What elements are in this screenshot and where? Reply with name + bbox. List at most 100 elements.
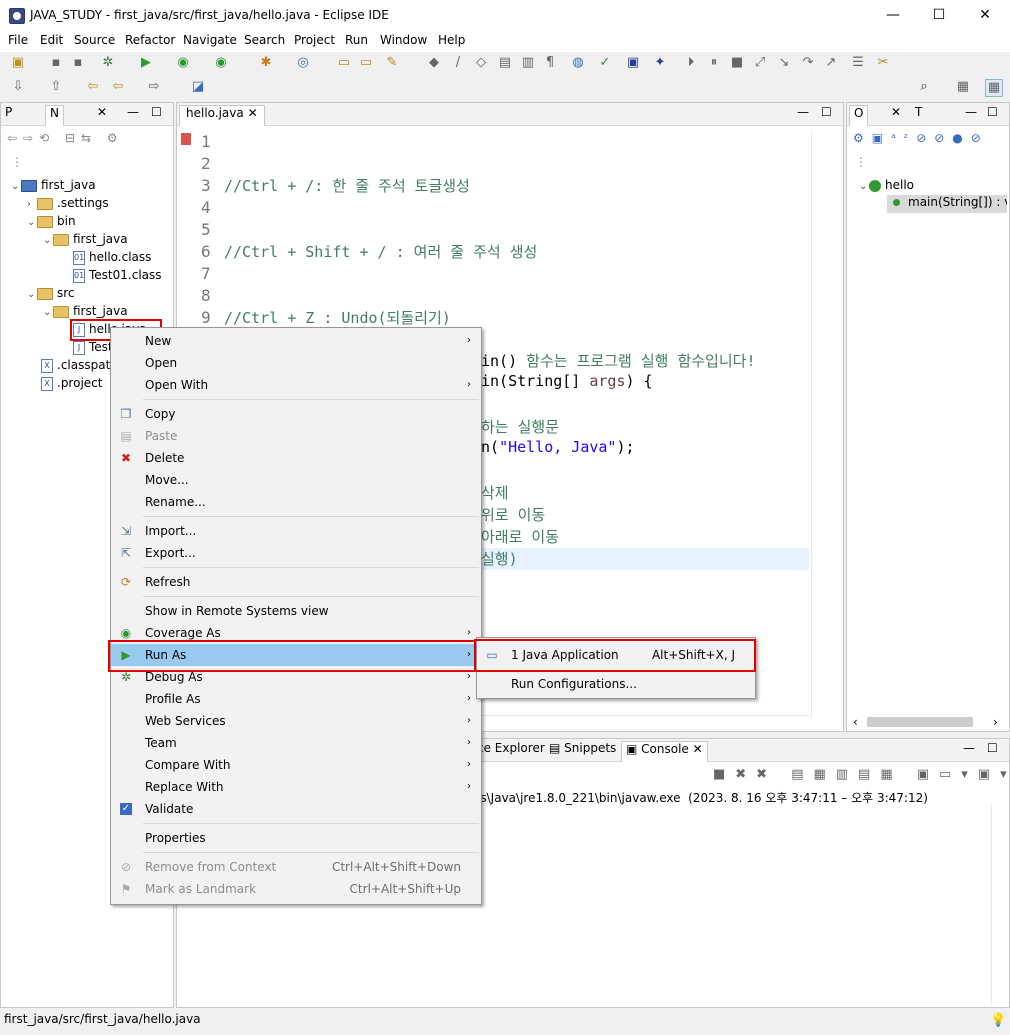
scroll-thumb[interactable] xyxy=(867,717,973,727)
tab-task-list[interactable]: T xyxy=(915,105,922,119)
menu-edit[interactable]: Edit xyxy=(40,33,63,47)
console-vertical-scrollbar[interactable] xyxy=(991,805,1008,1005)
minimize-icon[interactable]: — xyxy=(127,105,139,119)
maximize-icon[interactable]: ☐ xyxy=(987,741,998,755)
tab-outline[interactable]: O xyxy=(849,105,869,126)
save-all-icon[interactable]: ▪ xyxy=(70,55,86,71)
open-type-icon[interactable]: ▭ xyxy=(336,55,352,71)
scroll-right-icon[interactable]: › xyxy=(993,715,998,729)
menu-item-validate[interactable]: ✓ Validate xyxy=(111,798,481,820)
tree-item-bin[interactable]: ⌄ bin xyxy=(27,214,76,228)
minimize-button[interactable]: — xyxy=(870,0,916,30)
run-icon[interactable]: ▶ xyxy=(138,55,154,71)
resume-icon[interactable]: ⏵ xyxy=(683,55,699,71)
menu-item-move[interactable]: Move... xyxy=(111,469,481,491)
pin-editor-icon[interactable]: ◪ xyxy=(190,79,206,95)
pin-icon[interactable]: ✦ xyxy=(652,55,668,71)
disconnect-icon[interactable]: ⤢ xyxy=(752,55,768,71)
menu-item-open-with[interactable]: Open With › xyxy=(111,374,481,396)
console-icon[interactable]: ▣ xyxy=(625,55,641,71)
next-annotation-icon[interactable]: ⇩ xyxy=(10,79,26,95)
external-tools-icon[interactable]: ◉ xyxy=(213,55,229,71)
step-into-icon[interactable]: ↘ xyxy=(776,55,792,71)
minimize-icon[interactable]: — xyxy=(965,105,977,119)
tree-item-bin-package[interactable]: ⌄ first_java xyxy=(43,232,128,246)
search-icon[interactable]: ✎ xyxy=(384,55,400,71)
submenu-item-run-configurations[interactable]: Run Configurations... xyxy=(477,673,755,695)
toggle-word-wrap-icon[interactable]: ▤ xyxy=(497,55,513,71)
tree-item-project-file[interactable]: X .project xyxy=(41,376,102,391)
menu-item-import[interactable]: ⇲ Import... xyxy=(111,520,481,542)
tree-item-test-class[interactable]: 01 Test01.class xyxy=(73,268,162,283)
tab-remote-explorer[interactable]: ce Explorer xyxy=(477,741,545,755)
tree-item-project[interactable]: ⌄ first_java xyxy=(11,178,96,192)
toggle-mark-icon[interactable]: ◆ xyxy=(426,55,442,71)
menu-item-delete[interactable]: ✖ Delete xyxy=(111,447,481,469)
last-edit-location-icon[interactable]: ⇦ xyxy=(85,79,101,95)
tree-item-test-java[interactable]: J Test xyxy=(73,340,113,355)
tree-item-src-package[interactable]: ⌄ first_java xyxy=(43,304,128,318)
new-package-icon[interactable]: ◎ xyxy=(295,55,311,71)
tab-console[interactable]: ▣ Console ✕ xyxy=(621,741,708,762)
menu-item-copy[interactable]: ❐ Copy xyxy=(111,403,481,425)
tab-hello-java[interactable]: hello.java ✕ xyxy=(179,105,265,126)
outline-item-method[interactable]: main(String[]) : v xyxy=(887,195,1007,213)
menu-item-paste[interactable]: ▤ Paste xyxy=(111,425,481,447)
toggle-whitespace-icon[interactable]: ▥ xyxy=(520,55,536,71)
close-icon[interactable]: ✕ xyxy=(693,742,703,756)
menu-refactor[interactable]: Refactor xyxy=(125,33,175,47)
menu-file[interactable]: File xyxy=(8,33,28,47)
menu-item-replace-with[interactable]: Replace With › xyxy=(111,776,481,798)
last-edit-icon[interactable]: ✂ xyxy=(875,55,891,71)
editor-vertical-scrollbar[interactable] xyxy=(811,131,826,717)
maximize-icon[interactable]: ☐ xyxy=(987,105,998,119)
menu-item-new[interactable]: New › xyxy=(111,330,481,352)
save-icon[interactable]: ▪ xyxy=(48,55,64,71)
menu-item-remove-context[interactable]: ⊘ Remove from Context Ctrl+Alt+Shift+Down xyxy=(111,856,481,878)
menu-item-refresh[interactable]: ⟳ Refresh xyxy=(111,571,481,593)
outline-menu-icon[interactable]: ⋮ xyxy=(855,155,867,169)
tree-menu-icon[interactable]: ⋮ xyxy=(11,155,23,169)
close-icon[interactable]: ✕ xyxy=(891,105,901,119)
menu-source[interactable]: Source xyxy=(74,33,115,47)
toggle-block-icon[interactable]: / xyxy=(450,55,466,71)
menu-navigate[interactable]: Navigate xyxy=(183,33,237,47)
drop-frame-icon[interactable]: ☰ xyxy=(850,55,866,71)
tree-item-classpath[interactable]: X .classpath xyxy=(41,358,118,373)
scroll-left-icon[interactable]: ‹ xyxy=(853,715,858,729)
coverage-icon[interactable]: ◉ xyxy=(175,55,191,71)
menu-item-profile-as[interactable]: Profile As › xyxy=(111,688,481,710)
lightbulb-icon[interactable]: 💡 xyxy=(990,1013,1006,1028)
maximize-icon[interactable]: ☐ xyxy=(821,105,832,119)
menu-item-show-remote[interactable]: Show in Remote Systems view xyxy=(111,600,481,622)
close-button[interactable]: ✕ xyxy=(962,0,1008,30)
java-perspective-icon[interactable]: ▦ xyxy=(985,79,1003,97)
menu-item-properties[interactable]: Properties xyxy=(111,827,481,849)
task-icon[interactable]: ✓ xyxy=(597,55,613,71)
menu-search[interactable]: Search xyxy=(244,33,285,47)
menu-project[interactable]: Project xyxy=(294,33,335,47)
tree-item-settings[interactable]: › .settings xyxy=(27,196,109,210)
menu-item-rename[interactable]: Rename... xyxy=(111,491,481,513)
tree-item-hello-class[interactable]: 01 hello.class xyxy=(73,250,151,265)
prev-annotation-icon[interactable]: ⇧ xyxy=(48,79,64,95)
new-icon[interactable]: ▣ xyxy=(10,55,26,71)
menu-item-export[interactable]: ⇱ Export... xyxy=(111,542,481,564)
menu-help[interactable]: Help xyxy=(438,33,465,47)
search-icon-right[interactable]: ⌕ xyxy=(916,79,932,95)
debug-icon[interactable]: ✲ xyxy=(100,55,116,71)
minimize-icon[interactable]: — xyxy=(797,105,809,119)
open-task-icon[interactable]: ▭ xyxy=(358,55,374,71)
tree-item-src[interactable]: ⌄ src xyxy=(27,286,75,300)
menu-window[interactable]: Window xyxy=(380,33,427,47)
terminate-icon[interactable]: ■ xyxy=(729,55,745,71)
globe-icon[interactable]: ◍ xyxy=(570,55,586,71)
forward-icon[interactable]: ⇨ xyxy=(146,79,162,95)
menu-item-mark-landmark[interactable]: ⚑ Mark as Landmark Ctrl+Alt+Shift+Up xyxy=(111,878,481,900)
toggle-breadcrumb-icon[interactable]: ◇ xyxy=(473,55,489,71)
back-icon[interactable]: ⇦ xyxy=(110,79,126,95)
tab-snippets[interactable]: ▤ Snippets xyxy=(549,741,616,755)
outline-horizontal-scrollbar[interactable]: ‹ › xyxy=(847,715,1007,729)
menu-item-compare-with[interactable]: Compare With › xyxy=(111,754,481,776)
suspend-icon[interactable]: ⏸ xyxy=(706,55,722,71)
